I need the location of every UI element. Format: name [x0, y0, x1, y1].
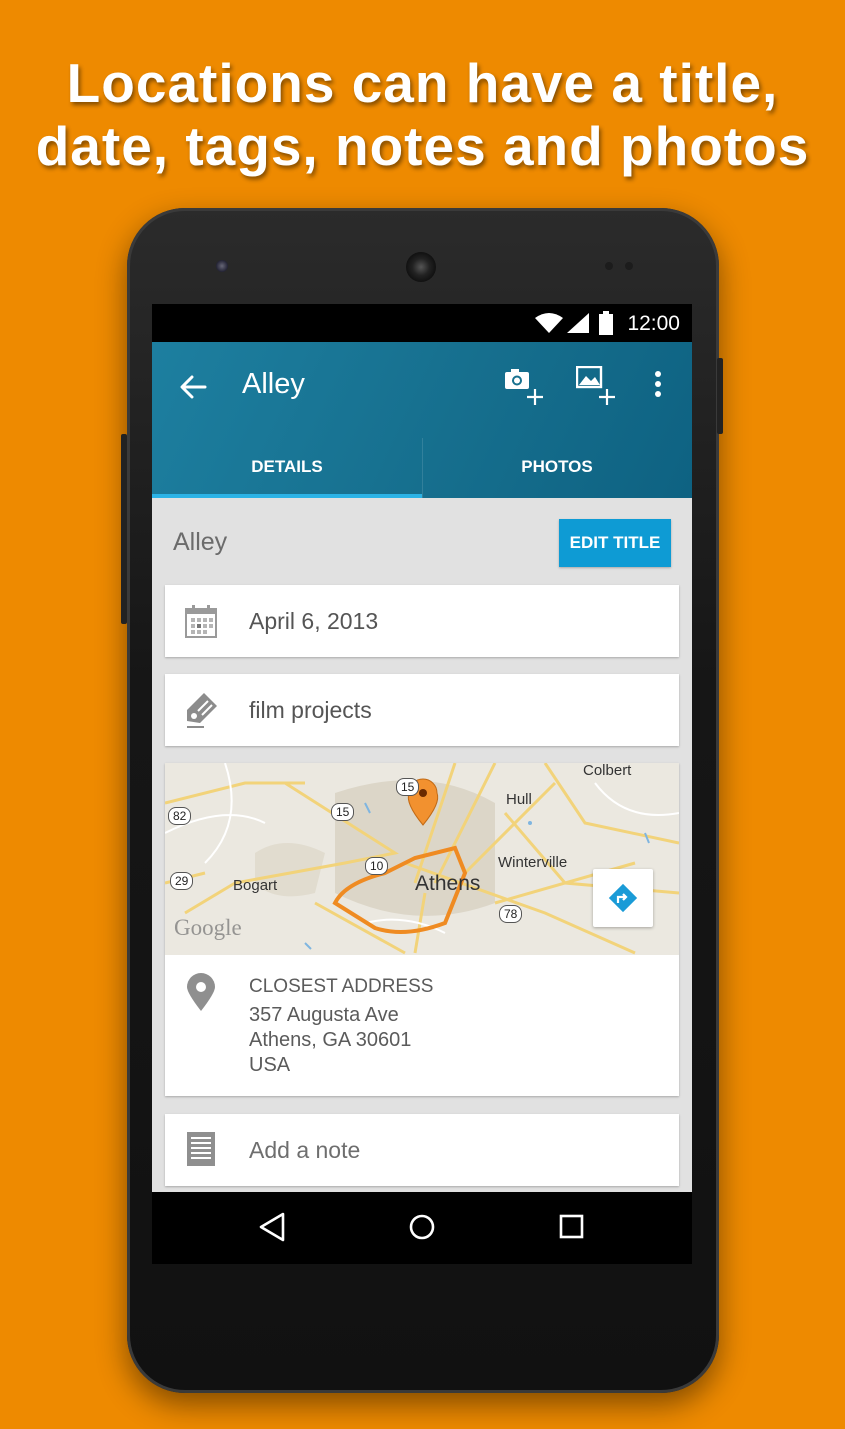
headline-line-2: date, tags, notes and photos: [35, 115, 810, 177]
closest-address-heading: CLOSEST ADDRESS: [249, 976, 434, 997]
date-card[interactable]: April 6, 2013: [165, 585, 679, 657]
headline-line-1: Locations can have a title,: [66, 52, 779, 114]
date-value: April 6, 2013: [249, 608, 379, 634]
map-view[interactable]: Athens Colbert Hull Winterville Bogart 1…: [165, 763, 679, 955]
map-place-label: Bogart: [233, 877, 278, 894]
address-line-2: Athens, GA 30601: [249, 1029, 412, 1051]
note-card[interactable]: Add a note: [165, 1114, 679, 1186]
map-place-label: Hull: [506, 791, 532, 808]
app-bar: Alley DETAILS PHOTOS: [152, 342, 692, 498]
route-shield: 10: [365, 857, 389, 875]
tab-bar: DETAILS PHOTOS: [152, 438, 692, 498]
tab-details[interactable]: DETAILS: [152, 438, 422, 498]
tab-photos[interactable]: PHOTOS: [422, 438, 692, 498]
earpiece-speaker: [406, 252, 436, 282]
sensor: [625, 262, 633, 270]
add-note-placeholder: Add a note: [249, 1137, 361, 1163]
details-content: Alley EDIT TITLE April 6, 2013 film proj…: [152, 498, 692, 1194]
route-shield: 15: [331, 803, 355, 821]
sensor: [605, 262, 613, 270]
clock: 12:00: [627, 312, 680, 335]
tags-value: film projects: [249, 697, 372, 723]
location-card: Athens Colbert Hull Winterville Bogart 1…: [165, 763, 679, 1096]
app-bar-title: Alley: [242, 368, 305, 400]
tab-photos-label: PHOTOS: [521, 457, 593, 476]
map-place-label: Winterville: [498, 854, 568, 871]
back-arrow-icon[interactable]: [178, 372, 208, 402]
system-navigation-bar: [152, 1192, 692, 1264]
status-bar: 12:00: [152, 304, 692, 342]
signal-icon: [567, 313, 589, 333]
add-gallery-photo-icon[interactable]: [576, 366, 618, 406]
tab-details-label: DETAILS: [251, 457, 323, 476]
google-attribution: Google: [174, 915, 242, 940]
map-city-label: Athens: [415, 872, 481, 895]
nav-home-icon[interactable]: [408, 1212, 436, 1242]
nav-back-icon[interactable]: [258, 1212, 286, 1242]
front-camera: [216, 260, 228, 272]
battery-icon: [599, 311, 613, 335]
route-shield: 78: [499, 905, 523, 923]
route-shield: 82: [168, 807, 192, 825]
volume-button: [121, 434, 127, 624]
address-line-3: USA: [249, 1054, 291, 1076]
tags-card[interactable]: film projects: [165, 674, 679, 746]
tag-icon: [187, 693, 217, 728]
nav-recents-icon[interactable]: [558, 1212, 586, 1242]
add-camera-photo-icon[interactable]: [504, 368, 546, 406]
address-line-1: 357 Augusta Ave: [249, 1004, 399, 1026]
directions-button[interactable]: [593, 869, 653, 927]
map-place-label: Colbert: [583, 763, 632, 779]
calendar-icon: [185, 605, 217, 638]
promo-headline: Locations can have a title, date, tags, …: [0, 52, 845, 178]
power-button: [717, 358, 723, 434]
location-pin-icon: [187, 973, 215, 1011]
location-title: Alley: [173, 528, 228, 556]
route-shield: 29: [170, 872, 194, 890]
phone-screen: 12:00 Alley DETAILS PHOTOS Alley EDIT TI…: [152, 304, 692, 1264]
note-icon: [187, 1132, 215, 1166]
overflow-menu-icon[interactable]: [652, 370, 664, 400]
route-shield: 15: [396, 778, 420, 796]
directions-icon: [608, 883, 638, 913]
wifi-icon: [535, 313, 563, 333]
edit-title-button[interactable]: EDIT TITLE: [559, 519, 671, 567]
